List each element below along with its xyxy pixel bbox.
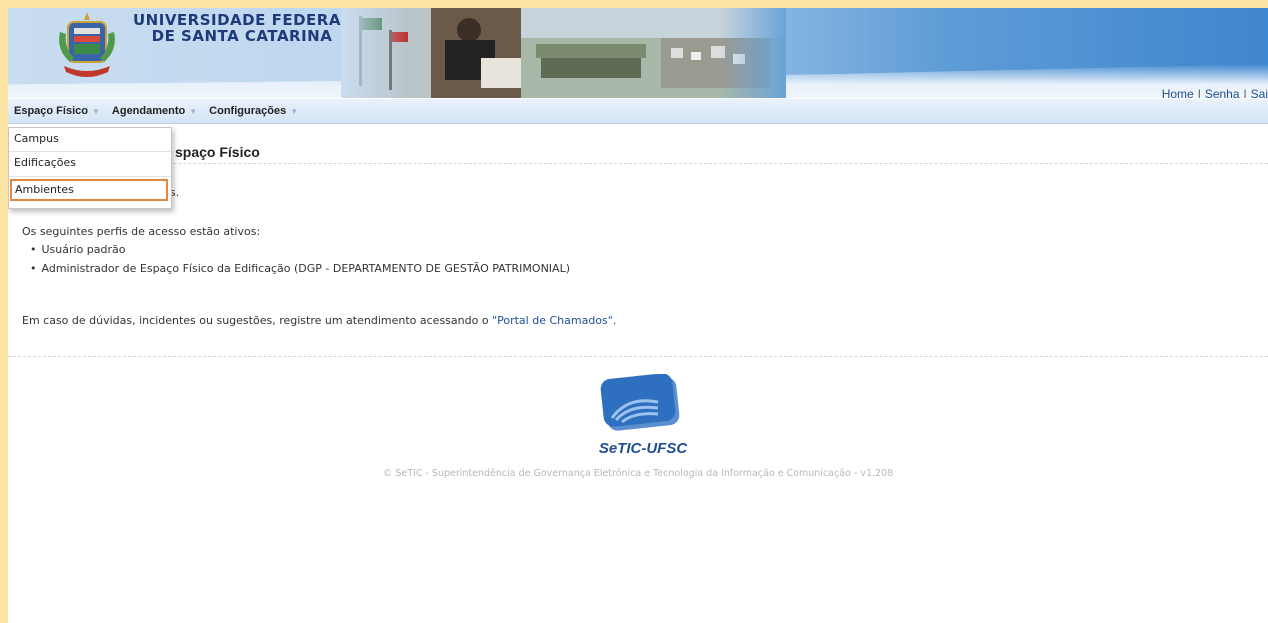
chevron-down-icon: ▼ — [91, 106, 100, 116]
menu-agendamento[interactable]: Agendamento ▼ — [106, 99, 203, 123]
content-divider — [8, 356, 1268, 357]
portal-de-chamados-link[interactable]: "Portal de Chamados" — [492, 314, 613, 327]
university-name-line1: UNIVERSIDADE FEDERAL — [133, 11, 351, 29]
menu-espaco-fisico[interactable]: Espaço Físico ▼ — [8, 99, 106, 123]
menu-configuracoes[interactable]: Configurações ▼ — [203, 99, 304, 123]
profiles-intro: Os seguintes perfis de acesso estão ativ… — [22, 225, 261, 238]
menu-configuracoes-label: Configurações — [209, 105, 287, 117]
menu-espaco-fisico-label: Espaço Físico — [14, 105, 88, 117]
help-text: Em caso de dúvidas, incidentes ou sugest… — [22, 314, 616, 327]
page-title: spaço Físico — [175, 144, 260, 160]
setic-logo-icon — [600, 374, 680, 431]
dropdown-item-ambientes[interactable]: Ambientes — [10, 179, 168, 201]
menu-agendamento-label: Agendamento — [111, 105, 186, 117]
copyright-text: © SeTIC - Superintendência de Governança… — [382, 468, 894, 479]
university-name: UNIVERSIDADE FEDERAL DE SANTA CATARINA — [132, 12, 352, 44]
main-menu-bar: Espaço Físico ▼ Agendamento ▼ Configuraç… — [8, 99, 1268, 124]
profile-item: Usuário padrão — [30, 243, 126, 256]
dropdown-item-campus[interactable]: Campus — [9, 128, 171, 150]
link-separator: | — [1197, 87, 1201, 98]
help-text-suffix: . — [612, 314, 617, 327]
setic-logo-text: SeTIC-UFSC — [598, 440, 688, 457]
title-divider — [8, 163, 1268, 164]
profile-item: Administrador de Espaço Físico da Edific… — [30, 262, 571, 275]
app-frame: UNIVERSIDADE FEDERAL DE SANTA CATARINA H… — [8, 8, 1268, 623]
espaco-fisico-dropdown: Campus Edificações Ambientes — [8, 127, 172, 209]
top-links: Home | Senha | Sai — [1162, 87, 1268, 98]
ufsc-crest-logo — [59, 12, 115, 77]
logout-link[interactable]: Sai — [1251, 87, 1268, 98]
home-link[interactable]: Home — [1162, 87, 1194, 98]
password-link[interactable]: Senha — [1205, 87, 1240, 98]
university-name-line2: DE SANTA CATARINA — [151, 27, 333, 45]
dropdown-item-edificacoes[interactable]: Edificações — [9, 152, 171, 174]
dropdown-divider — [9, 176, 171, 177]
header-banner: UNIVERSIDADE FEDERAL DE SANTA CATARINA H… — [8, 8, 1268, 98]
chevron-down-icon: ▼ — [290, 106, 299, 116]
chevron-down-icon: ▼ — [189, 106, 198, 116]
campus-photo-collage — [341, 8, 786, 98]
help-text-prefix: Em caso de dúvidas, incidentes ou sugest… — [22, 314, 493, 327]
link-separator: | — [1243, 87, 1247, 98]
